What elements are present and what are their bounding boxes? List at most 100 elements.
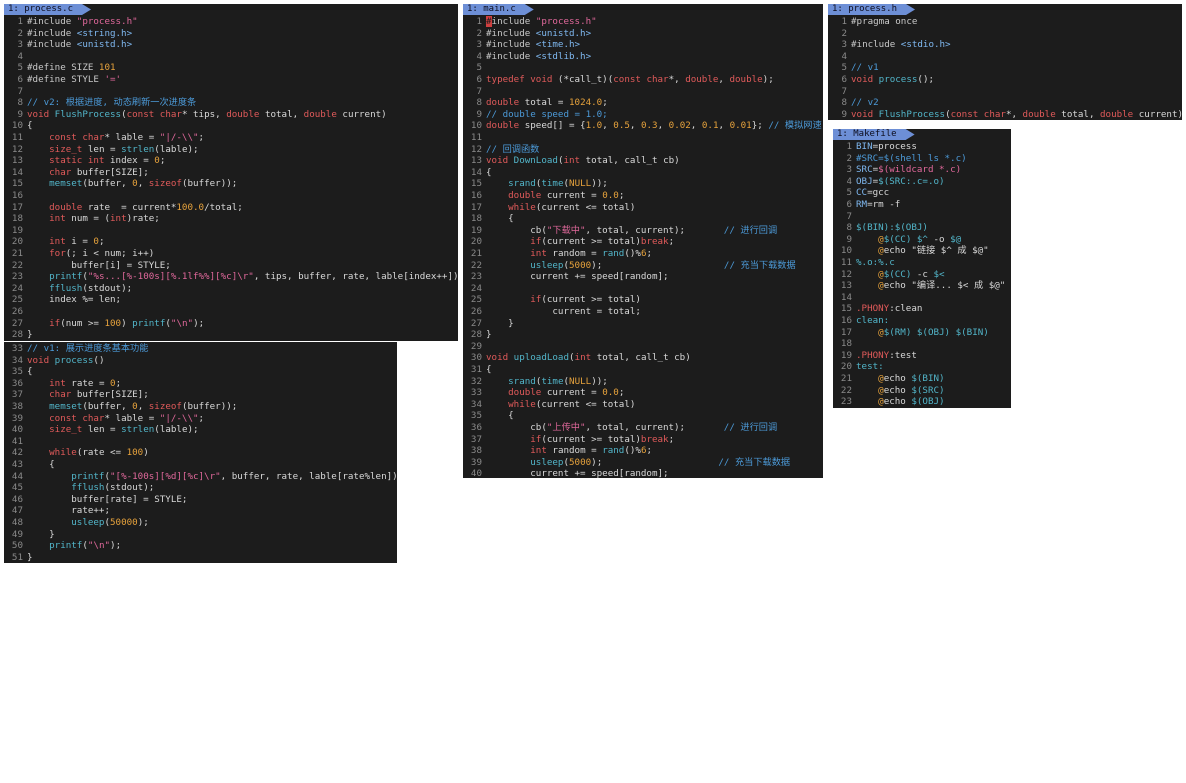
code-line[interactable]: 25 if(current >= total)	[463, 294, 823, 306]
code-line[interactable]: 44 printf("[%-100s][%d][%c]\r", buffer, …	[4, 471, 397, 483]
code-line[interactable]: 14	[833, 292, 1011, 304]
code-line[interactable]: 29	[463, 341, 823, 353]
code-line[interactable]: 5 #define SIZE 101	[4, 62, 458, 74]
code-line[interactable]: 12 size_t len = strlen(lable);	[4, 144, 458, 156]
code-line[interactable]: 6 #define STYLE '='	[4, 74, 458, 86]
code-line[interactable]: 7	[463, 86, 823, 98]
code-line[interactable]: 18	[833, 338, 1011, 350]
code-line[interactable]: 9 void FlushProcess(const char*, double t…	[828, 109, 1182, 120]
code-line[interactable]: 11	[463, 132, 823, 144]
code-line[interactable]: 3 SRC=$(wildcard *.c)	[833, 164, 1011, 176]
code-line[interactable]: 27 if(num >= 100) printf("\n");	[4, 318, 458, 330]
code-line[interactable]: 4	[828, 51, 1182, 63]
code-line[interactable]: 17 while(current <= total)	[463, 202, 823, 214]
code-line[interactable]: 5 // v1	[828, 62, 1182, 74]
code-line[interactable]: 33 double current = 0.0;	[463, 387, 823, 399]
code-line[interactable]: 1 BIN=process	[833, 141, 1011, 153]
editor-pane-makefile[interactable]: 1: Makefile 1 BIN=process 2 #SRC=$(shell ls…	[833, 129, 1011, 408]
code-line[interactable]: 28}	[463, 329, 823, 341]
code-line[interactable]: 4	[4, 51, 458, 63]
code-line[interactable]: 6 RM=rm -f	[833, 199, 1011, 211]
code-line[interactable]: 51}	[4, 552, 397, 563]
code-line[interactable]: 11 const char* lable = "|/-\\";	[4, 132, 458, 144]
tab-process-h[interactable]: 1: process.h	[828, 4, 915, 15]
code-line[interactable]: 2 #include <unistd.h>	[463, 28, 823, 40]
code-line[interactable]: 37 if(current >= total)break;	[463, 434, 823, 446]
tab-makefile[interactable]: 1: Makefile	[833, 129, 915, 140]
code-line[interactable]: 32 srand(time(NULL));	[463, 376, 823, 388]
code-line[interactable]: 4 #include <stdlib.h>	[463, 51, 823, 63]
code-line[interactable]: 22 buffer[i] = STYLE;	[4, 260, 458, 272]
code-line[interactable]: 4 OBJ=$(SRC:.c=.o)	[833, 176, 1011, 188]
code-line[interactable]: 27 }	[463, 318, 823, 330]
code-line[interactable]: 22 usleep(5000); // 充当下载数据	[463, 260, 823, 272]
editor-pane-main-c[interactable]: 1: main.c 1 #include "process.h" 2 #include…	[463, 4, 823, 478]
code-line[interactable]: 21 int random = rand()%6;	[463, 248, 823, 260]
code-line[interactable]: 16 double current = 0.0;	[463, 190, 823, 202]
code-line[interactable]: 39 usleep(5000); // 充当下载数据	[463, 457, 823, 469]
code-line[interactable]: 28}	[4, 329, 458, 341]
editor-pane-main-c-lower[interactable]	[463, 478, 797, 779]
code-line[interactable]: 35 {	[463, 410, 823, 422]
code-line[interactable]: 25 index %= len;	[4, 294, 458, 306]
code-line[interactable]: 20 if(current >= total)break;	[463, 236, 823, 248]
code-line[interactable]: 16	[4, 190, 458, 202]
code-line[interactable]: 10 {	[4, 120, 458, 132]
code-line[interactable]: 23 current += speed[random];	[463, 271, 823, 283]
code-line[interactable]: 18 {	[463, 213, 823, 225]
code-line[interactable]: 19 cb("下载中", total, current); // 进行回调	[463, 225, 823, 237]
code-line[interactable]: 7	[828, 86, 1182, 98]
code-line[interactable]: 26	[4, 306, 458, 318]
code-line[interactable]: 9 // double speed = 1.0;	[463, 109, 823, 121]
code-line[interactable]: 14 char buffer[SIZE];	[4, 167, 458, 179]
code-line[interactable]: 30 void uploadLoad(int total, call_t cb)	[463, 352, 823, 364]
code-line[interactable]: 24	[463, 283, 823, 295]
code-line[interactable]: 7	[833, 211, 1011, 223]
code-line[interactable]: 8 double total = 1024.0;	[463, 97, 823, 109]
code-line[interactable]: 3 #include <time.h>	[463, 39, 823, 51]
code-line[interactable]: 6 void process();	[828, 74, 1182, 86]
code-line[interactable]: 49 }	[4, 529, 397, 541]
code-line[interactable]: 37 char buffer[SIZE];	[4, 389, 397, 401]
code-line[interactable]: 17 double rate = current*100.0/total;	[4, 202, 458, 214]
code-line[interactable]: 21 @echo $(BIN)	[833, 373, 1011, 385]
code-line[interactable]: 8 $(BIN):$(OBJ)	[833, 222, 1011, 234]
code-line[interactable]: 17 @$(RM) $(OBJ) $(BIN)	[833, 327, 1011, 339]
code-line[interactable]: 1 #include "process.h"	[4, 16, 458, 28]
code-line[interactable]: 16 clean:	[833, 315, 1011, 327]
code-line[interactable]: 5 CC=gcc	[833, 187, 1011, 199]
code-line[interactable]: 36 int rate = 0;	[4, 378, 397, 390]
code-line[interactable]: 22 @echo $(SRC)	[833, 385, 1011, 397]
code-line[interactable]: 45 fflush(stdout);	[4, 482, 397, 494]
code-line[interactable]: 5	[463, 62, 823, 74]
code-line[interactable]: 13 static int index = 0;	[4, 155, 458, 167]
code-line[interactable]: 20 test:	[833, 361, 1011, 373]
code-line[interactable]: 43 {	[4, 459, 397, 471]
code-line[interactable]: 23 @echo $(OBJ)	[833, 396, 1011, 408]
code-line[interactable]: 20 int i = 0;	[4, 236, 458, 248]
code-line[interactable]: 10 @echo "链接 $^ 成 $@"	[833, 245, 1011, 257]
code-line[interactable]: 35 {	[4, 366, 397, 378]
code-line[interactable]: 42 while(rate <= 100)	[4, 447, 397, 459]
code-line[interactable]: 12 // 回调函数	[463, 144, 823, 156]
code-line[interactable]: 8 // v2	[828, 97, 1182, 109]
code-line[interactable]: 23 printf("%s...[%-100s][%.1lf%%][%c]\r"…	[4, 271, 458, 283]
code-line[interactable]: 46 buffer[rate] = STYLE;	[4, 494, 397, 506]
code-line[interactable]: 24 fflush(stdout);	[4, 283, 458, 295]
code-line[interactable]: 48 usleep(50000);	[4, 517, 397, 529]
code-line[interactable]: 7	[4, 86, 458, 98]
code-line[interactable]: 13 @echo "编译... $< 成 $@"	[833, 280, 1011, 292]
code-line[interactable]: 1 #include "process.h"	[463, 16, 823, 28]
code-line[interactable]: 38 memset(buffer, 0, sizeof(buffer));	[4, 401, 397, 413]
code-line[interactable]: 47 rate++;	[4, 505, 397, 517]
code-line[interactable]: 2	[828, 28, 1182, 40]
code-line[interactable]: 15 .PHONY:clean	[833, 303, 1011, 315]
code-line[interactable]: 3 #include <stdio.h>	[828, 39, 1182, 51]
editor-pane-process-c[interactable]: 1: process.c 1 #include "process.h" 2 #incl…	[4, 4, 458, 341]
editor-pane-process-h[interactable]: 1: process.h 1 #pragma once 2 3 #include <st…	[828, 4, 1182, 120]
code-line[interactable]: 2 #include <string.h>	[4, 28, 458, 40]
code-line[interactable]: 1 #pragma once	[828, 16, 1182, 28]
tab-process-c[interactable]: 1: process.c	[4, 4, 91, 15]
code-line[interactable]: 12 @$(CC) -c $<	[833, 269, 1011, 281]
code-line[interactable]: 18 int num = (int)rate;	[4, 213, 458, 225]
